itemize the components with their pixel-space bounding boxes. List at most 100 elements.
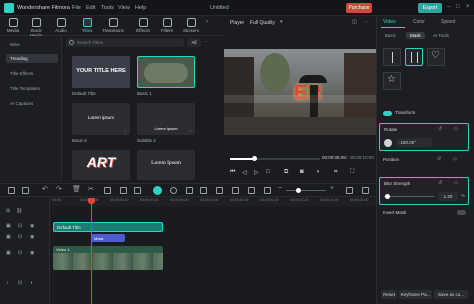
timeline-ruler[interactable]: 00:00 00:00:00:05 00:00:00:10 00:00:00:1… (50, 198, 376, 206)
add-track-icon[interactable]: ⊞ (6, 208, 10, 214)
snap-icon[interactable] (153, 186, 162, 195)
title-thumb-lorem[interactable]: Lorem Ipsum (137, 150, 195, 180)
title-thumb-basic-6[interactable]: Lorem ipsum ↓ (72, 103, 130, 135)
sidebar-item-title-templates[interactable]: Title Templates (6, 84, 58, 93)
menu-view[interactable]: View (118, 5, 130, 11)
blur-slider-track[interactable] (384, 196, 434, 197)
select-tool-icon[interactable] (22, 187, 29, 194)
sidebar-item-trending[interactable]: Trending (6, 54, 58, 63)
ai-icon[interactable] (232, 187, 239, 194)
play-icon[interactable]: ▷ (254, 169, 259, 176)
mask-star-icon[interactable]: ☆ (383, 72, 401, 90)
crop-icon[interactable]: ⌗ (334, 169, 337, 176)
redo-icon[interactable]: ↷ (56, 185, 62, 193)
title-thumb-subtitle-2[interactable]: Lorem ipsum ↓ (137, 103, 195, 135)
zoom-out-icon[interactable]: − (278, 185, 282, 192)
tab-color[interactable]: Color (413, 19, 425, 25)
rotate-value-field[interactable]: -180.00° (396, 138, 432, 147)
quality-dropdown[interactable]: Full Quality (250, 20, 275, 26)
marker-icon[interactable] (170, 187, 177, 194)
progress-handle[interactable] (252, 156, 257, 161)
tool-filters[interactable]: Filters (156, 16, 178, 36)
keyframe-rotate-icon[interactable]: ◇ (454, 126, 458, 132)
rewind-icon[interactable]: ◁ (242, 169, 247, 176)
split-icon[interactable]: ✂ (88, 185, 94, 193)
tool-effects[interactable]: Effects (132, 16, 154, 36)
title-thumb-default[interactable]: YOUR TITLE HERE (72, 56, 130, 88)
fullscreen-icon[interactable]: ⛶ (350, 169, 354, 176)
maximize-icon[interactable]: □ (456, 4, 460, 10)
menu-file[interactable]: File (72, 5, 81, 11)
rotate-dial[interactable] (384, 139, 392, 147)
settings-icon[interactable] (362, 187, 369, 194)
menu-tools[interactable]: Tools (101, 5, 114, 11)
more-icon[interactable] (134, 187, 141, 194)
keyframe-panel-button[interactable]: Keyframe Pa... (399, 290, 432, 299)
save-as-custom-button[interactable]: Save as cu... (434, 290, 468, 299)
render-icon[interactable] (248, 187, 255, 194)
download-icon[interactable]: ↓ (124, 128, 126, 133)
zoom-slider-handle[interactable] (296, 188, 301, 193)
effect-clip[interactable]: Mask (91, 234, 125, 242)
keyframe-blur-icon[interactable]: ◇ (454, 180, 458, 186)
video-preview[interactable]: ER (224, 49, 376, 135)
reset-rotate-icon[interactable]: ↺ (438, 126, 442, 132)
tool-titles[interactable]: Titles (76, 16, 98, 36)
reset-position-icon[interactable]: ↺ (437, 156, 441, 162)
subtab-mask[interactable]: Mask (406, 32, 425, 39)
zoom-in-icon[interactable]: + (330, 185, 334, 192)
sidebar-item-title-effects[interactable]: Title Effects (6, 69, 58, 78)
search-input[interactable]: Search Titles (66, 38, 184, 47)
lock-icon[interactable]: ⊡ (18, 234, 22, 240)
text-icon[interactable] (120, 187, 127, 194)
blur-slider-handle[interactable] (385, 194, 390, 199)
lock-icon[interactable]: ⊡ (18, 280, 22, 286)
sidebar-item-mine[interactable]: Mine (6, 40, 58, 49)
chevron-down-icon[interactable]: ▾ (280, 19, 283, 25)
mask-single-line-icon[interactable] (383, 48, 401, 66)
tab-video[interactable]: Video (383, 19, 396, 25)
blur-value-field[interactable]: 1.20 (438, 192, 458, 201)
download-icon[interactable]: ↓ (189, 128, 191, 133)
playhead[interactable] (91, 198, 92, 304)
lock-icon[interactable]: ⊡ (18, 223, 22, 229)
title-thumb-art[interactable]: ART (72, 150, 130, 180)
menu-help[interactable]: Help (135, 5, 146, 11)
reset-blur-icon[interactable]: ↺ (438, 180, 442, 186)
tab-speed[interactable]: Speed (441, 19, 455, 25)
purchase-button[interactable]: Purchase (346, 3, 372, 13)
more-options-icon[interactable]: ⋯ (204, 39, 209, 45)
title-thumb-basic-1[interactable] (137, 56, 195, 88)
zoom-fit-icon[interactable] (264, 187, 271, 194)
tool-media[interactable]: Media (2, 16, 24, 36)
mask-double-line-icon[interactable] (405, 48, 423, 66)
stop-icon[interactable]: □ (266, 169, 270, 175)
keyframe-icon[interactable] (186, 187, 193, 194)
eye-icon[interactable]: ◉ (30, 250, 34, 256)
snapshot-icon[interactable]: ◫ (352, 19, 357, 25)
keyframe-position-icon[interactable]: ◇ (453, 156, 457, 162)
audio-mix-icon[interactable] (216, 187, 223, 194)
transform-toggle[interactable] (383, 111, 392, 116)
video-clip[interactable]: Video 1 (53, 246, 163, 270)
tool-transitions[interactable]: Transitions (100, 16, 126, 36)
lock-icon[interactable]: ⊡ (18, 250, 22, 256)
playhead-handle[interactable] (88, 198, 95, 204)
tool-stickers[interactable]: Stickers (180, 16, 202, 36)
sidebar-item-ai-captions[interactable]: AI Captions (6, 99, 58, 108)
filter-dropdown[interactable]: All (187, 38, 201, 47)
eye-icon[interactable]: ◉ (30, 223, 34, 229)
reset-button[interactable]: Reset (381, 290, 397, 299)
close-icon[interactable]: × (466, 4, 470, 10)
undo-icon[interactable]: ↶ (42, 185, 48, 193)
delete-icon[interactable]: 🗑 (72, 185, 81, 193)
more-options-icon[interactable]: ⋯ (364, 19, 369, 25)
tool-audio[interactable]: Audio (50, 16, 72, 36)
camera-icon[interactable]: ◙ (300, 169, 304, 175)
layout-icon[interactable]: ⧉ (284, 169, 288, 176)
subtab-ai-tools[interactable]: AI Tools (433, 33, 449, 38)
voiceover-icon[interactable] (200, 187, 207, 194)
tool-stock-media[interactable]: Stock Media (24, 16, 48, 38)
invert-mask-toggle[interactable] (457, 210, 466, 215)
zoom-slider-track[interactable] (286, 190, 326, 191)
